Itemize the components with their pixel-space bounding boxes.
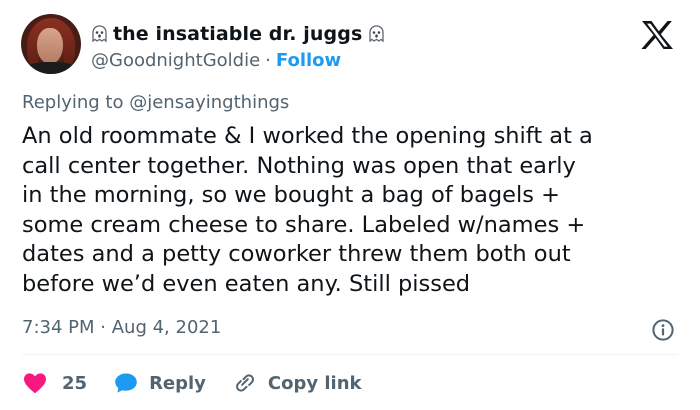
like-button[interactable]: 25 bbox=[22, 371, 87, 395]
display-name[interactable]: the insatiable dr. juggs bbox=[113, 23, 362, 45]
copy-link-label: Copy link bbox=[267, 372, 362, 394]
tweet-text-line: in the morning, so we bought a bag of ba… bbox=[22, 182, 560, 209]
handle[interactable]: @GoodnightGoldie bbox=[91, 50, 260, 71]
ghost-icon bbox=[91, 25, 108, 43]
author-name-row[interactable]: the insatiable dr. juggs bbox=[91, 20, 385, 48]
mention-link[interactable]: @jensayingthings bbox=[129, 92, 289, 113]
handle-row: @GoodnightGoldie · Follow bbox=[91, 47, 341, 73]
timestamp[interactable]: 7:34 PM · Aug 4, 2021 bbox=[22, 317, 221, 338]
heart-icon bbox=[22, 371, 48, 395]
ghost-icon bbox=[368, 25, 385, 43]
x-logo-icon[interactable] bbox=[640, 20, 674, 50]
like-count: 25 bbox=[62, 372, 88, 394]
replying-to: Replying to @jensayingthings bbox=[22, 92, 289, 113]
replying-to-label: Replying to bbox=[22, 92, 124, 113]
separator: · bbox=[265, 49, 271, 71]
info-icon[interactable] bbox=[651, 318, 675, 342]
tweet-text-line: An old roommate & I worked the opening s… bbox=[22, 123, 593, 149]
tweet-date[interactable]: Aug 4, 2021 bbox=[112, 317, 222, 338]
copy-link-button[interactable]: Copy link bbox=[232, 371, 362, 395]
separator: · bbox=[100, 317, 106, 338]
link-icon bbox=[232, 371, 258, 395]
tweet-text: An old roommate & I worked the opening s… bbox=[22, 122, 682, 300]
follow-button[interactable]: Follow bbox=[276, 50, 341, 71]
tweet-text-line: some cream cheese to share. Labeled w/na… bbox=[22, 211, 586, 238]
tweet-text-line: before we’d even eaten any. Still pissed bbox=[22, 270, 471, 297]
speech-bubble-icon bbox=[113, 371, 139, 395]
reply-label: Reply bbox=[149, 372, 206, 394]
tweet-card: the insatiable dr. juggs @GoodnightGoldi… bbox=[0, 0, 700, 410]
tweet-time[interactable]: 7:34 PM bbox=[22, 317, 95, 338]
avatar[interactable] bbox=[21, 14, 81, 74]
tweet-text-line: call center together. Nothing was open t… bbox=[22, 152, 576, 179]
divider bbox=[22, 354, 678, 355]
tweet-text-line: dates and a petty coworker threw them bo… bbox=[22, 241, 571, 268]
action-bar: 25 Reply Copy link bbox=[22, 369, 388, 397]
reply-button[interactable]: Reply bbox=[113, 371, 206, 395]
